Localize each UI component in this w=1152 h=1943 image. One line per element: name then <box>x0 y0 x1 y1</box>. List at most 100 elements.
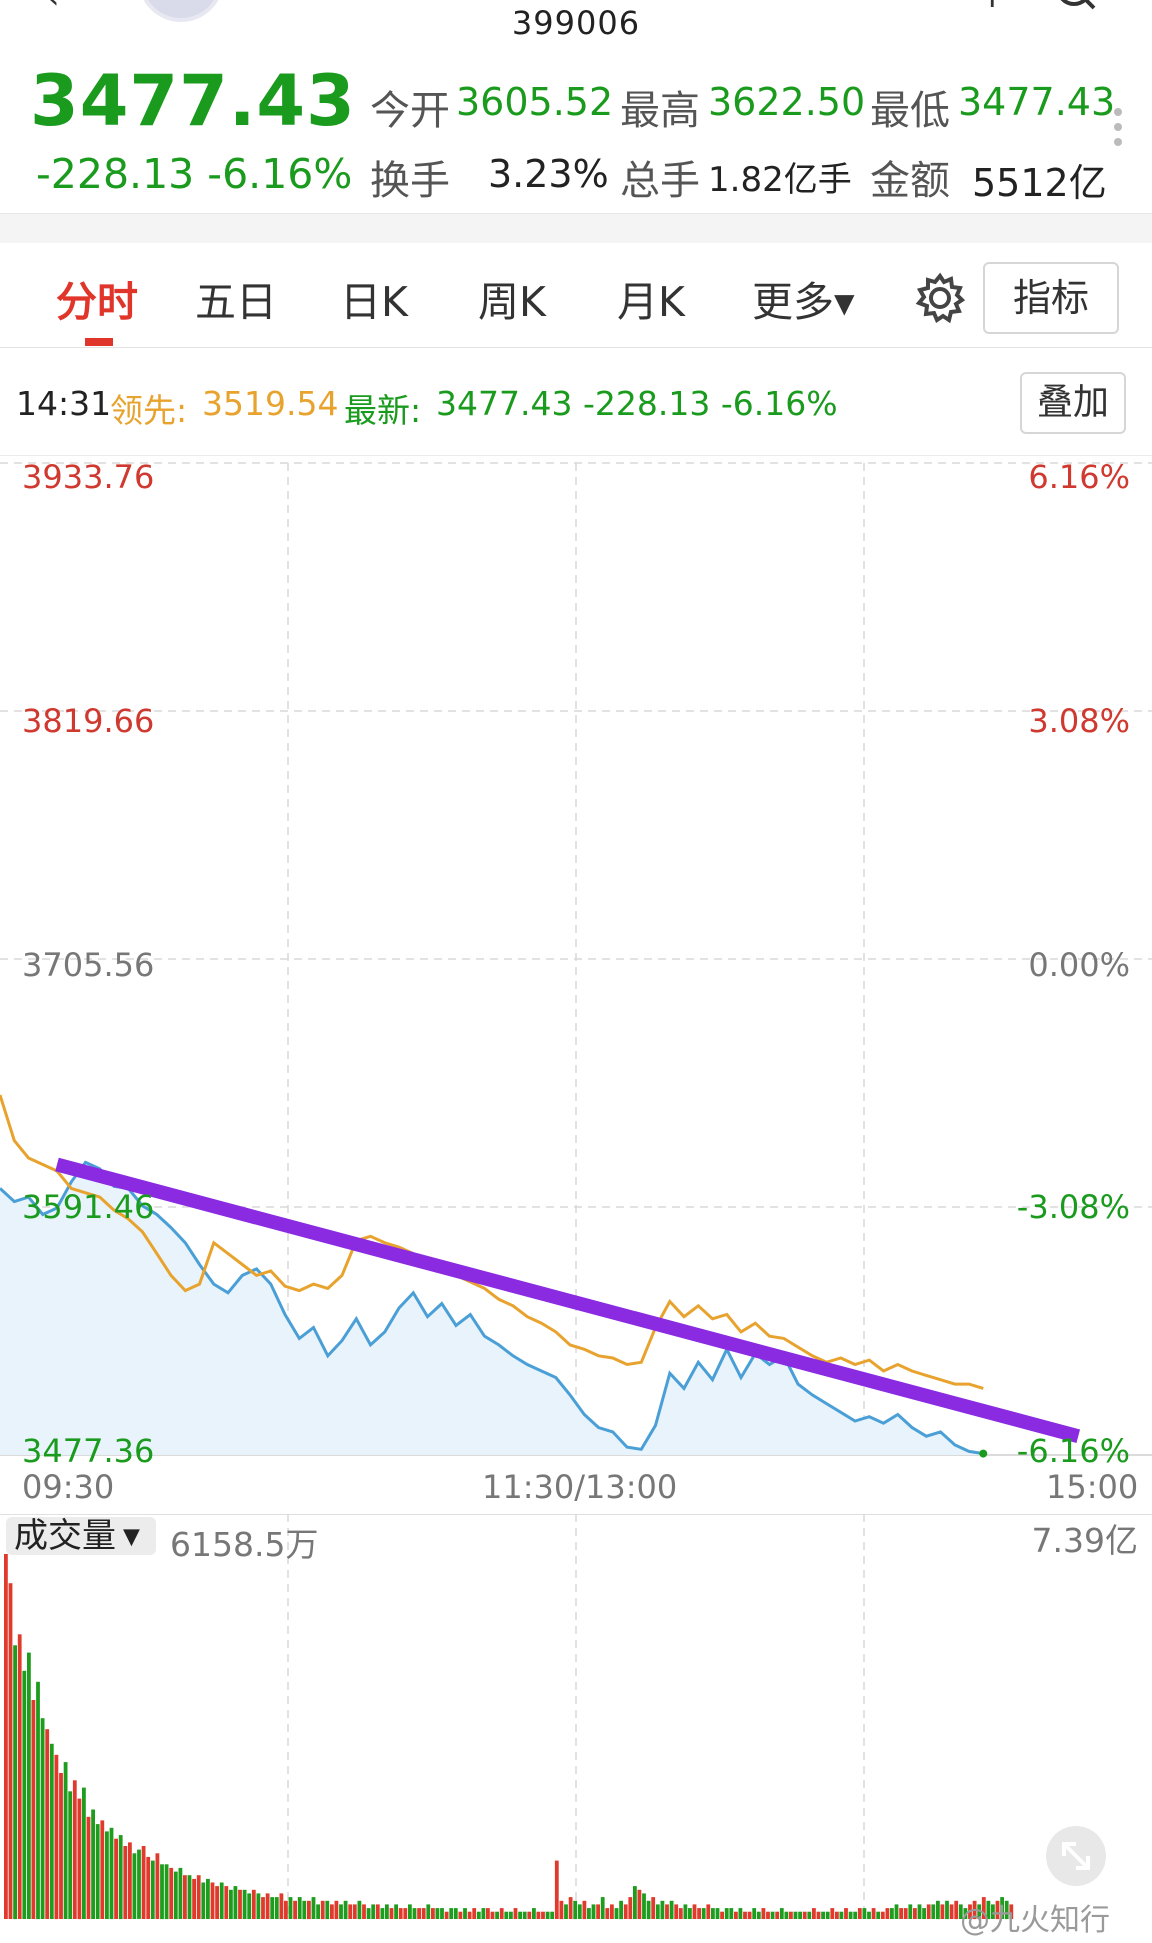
tab-intraday[interactable]: 分时 <box>56 268 138 328</box>
volume-bar <box>499 1908 504 1919</box>
volume-bar <box>798 1911 802 1919</box>
y-right-tick: 6.16% <box>1028 458 1130 496</box>
intraday-price-chart[interactable] <box>0 455 1152 1475</box>
volume-bar <box>453 1908 458 1919</box>
volume-bar <box>72 1780 77 1919</box>
volume-bar <box>536 1911 541 1919</box>
volume-bar <box>343 1900 348 1920</box>
watermark: @九火知行 <box>960 1903 1110 1938</box>
volume-bar <box>591 1904 596 1919</box>
search-icon[interactable] <box>1056 0 1096 10</box>
volume-current: 6158.5万 <box>170 1525 319 1564</box>
add-icon[interactable]: + <box>978 0 1007 13</box>
volume-bar <box>577 1904 582 1919</box>
volume-bar <box>334 1900 339 1920</box>
volume-bar <box>146 1856 151 1919</box>
volume-bar <box>293 1900 297 1920</box>
volume-bar <box>311 1897 316 1919</box>
period-tabs: 分时 五日 日K 周K 月K 更多▾ <box>0 243 1152 348</box>
volume-bar <box>467 1911 472 1919</box>
volume-bar <box>31 1700 36 1919</box>
volume-bar <box>628 1897 633 1919</box>
tab-more[interactable]: 更多▾ <box>752 268 855 328</box>
volume-bar <box>738 1908 743 1919</box>
volume-bar <box>532 1908 536 1919</box>
volume-bar <box>816 1911 821 1919</box>
volume-bar <box>91 1809 95 1919</box>
volume-bar <box>596 1904 600 1919</box>
volume-bar <box>894 1904 899 1919</box>
volume-bar <box>233 1886 238 1919</box>
tab-five-day[interactable]: 五日 <box>195 268 277 328</box>
volume-bar <box>857 1908 862 1919</box>
volume-bar <box>486 1908 490 1919</box>
tab-weekly-k[interactable]: 周K <box>478 268 546 328</box>
y-left-tick: 3591.46 <box>22 1188 155 1226</box>
high-label: 最高 <box>620 88 700 134</box>
overlay-button[interactable]: 叠加 <box>1020 372 1126 434</box>
volume-bar <box>68 1791 73 1919</box>
volume-bar <box>633 1886 637 1919</box>
volume-bar <box>251 1889 256 1919</box>
volume-bar <box>651 1897 656 1919</box>
active-tab-underline <box>85 338 113 346</box>
gear-icon[interactable] <box>912 270 968 326</box>
volume-bar <box>655 1904 660 1919</box>
volume-bar <box>325 1900 330 1920</box>
volume-bar <box>541 1911 545 1919</box>
volume-bar <box>160 1864 164 1920</box>
volume-bar <box>747 1911 752 1919</box>
volume-bar <box>720 1911 724 1919</box>
volume-indicator-selector[interactable]: 成交量 ▼ <box>6 1517 156 1555</box>
volume-max: 7.39亿 <box>1031 1521 1138 1560</box>
x-tick: 11:30/13:00 <box>482 1468 678 1506</box>
volume-bar <box>573 1900 578 1920</box>
volume-bar <box>458 1911 463 1919</box>
volume-bar <box>807 1911 812 1919</box>
volume-bar <box>100 1820 105 1919</box>
volume-bar <box>192 1878 196 1919</box>
volume-bar <box>568 1897 573 1919</box>
volume-bar <box>683 1904 688 1919</box>
volume-bar <box>513 1908 518 1919</box>
volume-bar <box>183 1875 187 1919</box>
volume-bar <box>752 1908 757 1919</box>
more-dots-icon[interactable] <box>1114 108 1124 152</box>
volume-bar <box>642 1893 646 1919</box>
amount-value: 5512亿 <box>972 161 1107 205</box>
volume-bar <box>95 1824 100 1919</box>
volume-bar <box>605 1908 610 1919</box>
volume-bar <box>931 1904 936 1919</box>
expand-icon[interactable] <box>1046 1826 1106 1886</box>
volume-bar <box>711 1908 715 1919</box>
volume-bar <box>761 1908 766 1919</box>
y-right-tick: -6.16% <box>1016 1432 1130 1470</box>
volume-bar <box>481 1908 486 1919</box>
volume-bar <box>697 1908 701 1919</box>
volume-bar <box>715 1908 720 1919</box>
volume-bar <box>109 1827 114 1920</box>
volume-bar <box>137 1849 141 1919</box>
turnover-value: 3.23% <box>488 152 609 196</box>
volume-bar <box>678 1908 683 1919</box>
volume-bar <box>504 1911 509 1919</box>
volume-bar <box>201 1882 206 1919</box>
volume-bar <box>871 1908 876 1919</box>
volume-bar <box>114 1838 118 1919</box>
volume-bar <box>224 1886 229 1919</box>
volume-chart[interactable] <box>0 1514 1152 1924</box>
volume-bar <box>522 1911 527 1919</box>
tab-monthly-k[interactable]: 月K <box>617 268 685 328</box>
volume-bar <box>86 1816 91 1919</box>
volume-bar <box>903 1908 908 1919</box>
tab-daily-k[interactable]: 日K <box>340 268 408 328</box>
volume-bar <box>59 1773 63 1919</box>
volume-bar <box>284 1900 288 1920</box>
volume-bar <box>835 1911 839 1919</box>
indicator-button[interactable]: 指标 <box>983 262 1119 334</box>
volume-bar <box>545 1911 550 1919</box>
y-right-tick: -3.08% <box>1016 1188 1130 1226</box>
volume-bar <box>352 1904 357 1919</box>
volume-bar <box>40 1718 45 1919</box>
volume-bar <box>435 1908 440 1919</box>
